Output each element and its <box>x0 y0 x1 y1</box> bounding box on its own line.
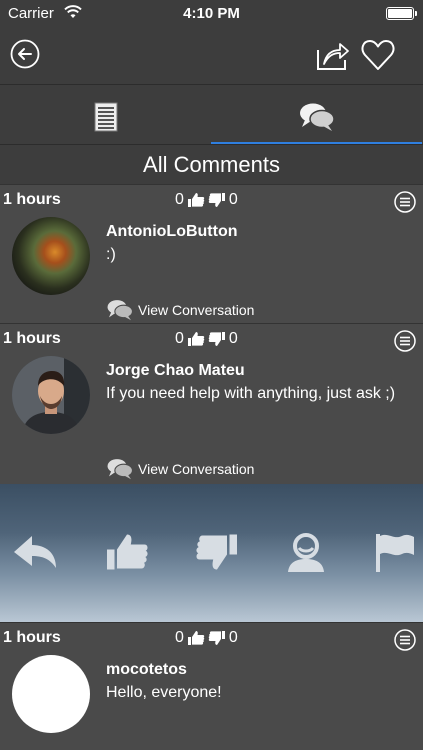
reply-icon <box>14 536 56 568</box>
avatar[interactable] <box>12 217 90 295</box>
menu-icon[interactable] <box>394 629 416 651</box>
thumbs-up-icon <box>107 534 148 570</box>
thumbs-up-icon[interactable] <box>187 331 205 347</box>
profile-button[interactable] <box>283 532 329 572</box>
chat-bubbles-icon <box>299 103 335 131</box>
thumbs-down-icon[interactable] <box>208 630 226 646</box>
thumbs-up-icon[interactable] <box>187 192 205 208</box>
comment-age: 1 hours <box>3 629 61 646</box>
view-conversation-link[interactable]: View Conversation <box>106 458 254 480</box>
menu-icon[interactable] <box>394 330 416 352</box>
dislike-button[interactable] <box>194 532 240 572</box>
flag-button[interactable] <box>372 532 418 572</box>
comment-votes: 0 0 <box>175 330 238 348</box>
clock: 4:10 PM <box>183 5 240 22</box>
heart-icon <box>361 40 395 70</box>
comment-text: Hello, everyone! <box>106 684 222 701</box>
user-photo <box>12 356 90 434</box>
comment-item: 1 hours 0 0 AntonioLoButton :) View Conv… <box>0 184 423 323</box>
tab-bar <box>0 84 423 145</box>
avatar[interactable] <box>12 655 90 733</box>
like-count: 0 <box>175 629 184 646</box>
comment-item: 1 hours 0 0 mocotetos Hello, everyone! <box>0 622 423 750</box>
view-conversation-label: View Conversation <box>138 302 255 318</box>
like-button[interactable] <box>104 532 150 572</box>
chat-bubbles-icon <box>107 300 134 321</box>
tab-comments[interactable] <box>211 85 422 145</box>
back-arrow-icon <box>10 39 40 69</box>
avatar[interactable] <box>12 356 90 434</box>
dislike-count: 0 <box>228 629 238 646</box>
menu-icon[interactable] <box>394 191 416 213</box>
comment-age: 1 hours <box>3 330 61 347</box>
comment-votes: 0 0 <box>175 629 238 647</box>
thumbs-down-icon <box>196 534 237 570</box>
flag-icon <box>376 534 414 572</box>
document-icon <box>94 102 117 132</box>
profile-icon <box>288 533 324 572</box>
dislike-count: 0 <box>228 330 238 347</box>
comment-text: If you need help with anything, just ask… <box>106 385 396 402</box>
chat-bubbles-icon <box>107 459 134 480</box>
comment-item: 1 hours 0 0 Jorge Chao Mateu If you need… <box>0 323 423 484</box>
view-conversation-label: View Conversation <box>138 461 255 477</box>
status-bar: Carrier 4:10 PM <box>0 0 423 28</box>
page-title: All Comments <box>0 144 423 184</box>
thumbs-up-icon[interactable] <box>187 630 205 646</box>
like-count: 0 <box>175 330 184 347</box>
comment-action-bar <box>0 484 423 622</box>
reply-button[interactable] <box>12 532 58 572</box>
battery-icon <box>386 7 417 20</box>
back-button[interactable] <box>10 39 40 69</box>
comment-text: :) <box>106 246 116 263</box>
comment-username[interactable]: AntonioLoButton <box>106 223 238 241</box>
comment-username[interactable]: mocotetos <box>106 661 187 679</box>
comment-votes: 0 0 <box>175 191 238 209</box>
like-count: 0 <box>175 191 184 208</box>
dislike-count: 0 <box>228 191 238 208</box>
favorite-button[interactable] <box>360 38 396 72</box>
comment-age: 1 hours <box>3 191 61 208</box>
tab-article[interactable] <box>0 85 211 145</box>
navigation-bar <box>0 28 423 84</box>
share-button[interactable] <box>314 38 350 72</box>
thumbs-down-icon[interactable] <box>208 192 226 208</box>
view-conversation-link[interactable]: View Conversation <box>106 299 254 321</box>
comment-username[interactable]: Jorge Chao Mateu <box>106 362 245 380</box>
thumbs-down-icon[interactable] <box>208 331 226 347</box>
share-icon <box>317 43 349 70</box>
